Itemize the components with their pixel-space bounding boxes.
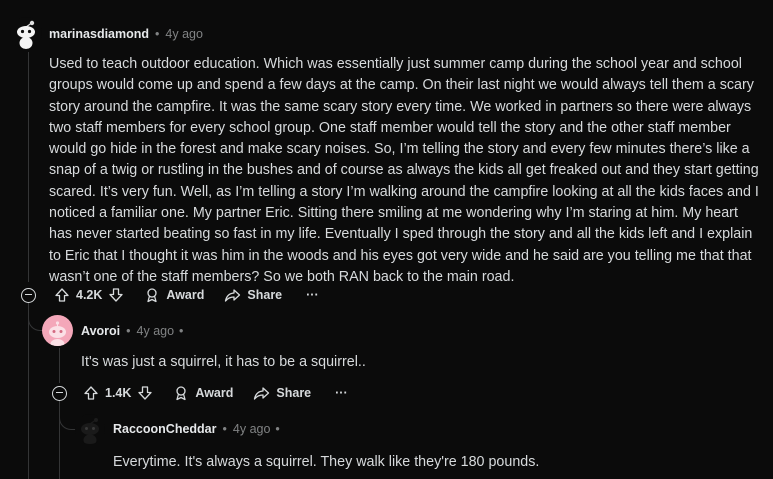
dark-snoo-avatar-icon [81,418,99,444]
thread-connector-nested [59,401,76,430]
collapse-minus-icon[interactable] [21,287,36,303]
separator-dot: • [275,422,280,436]
vote-count: 4.2K [76,288,103,302]
pink-snoo-avatar-icon [49,321,66,346]
award-icon [147,288,158,303]
award-button[interactable]: Award [144,287,204,303]
avatar[interactable] [75,414,105,444]
more-options-button[interactable]: ··· [335,386,348,400]
thread-line-main [28,303,29,479]
comment-actions: 4.2K Award Share ··· [21,287,319,303]
avatar[interactable] [10,17,42,49]
username[interactable]: marinasdiamond [49,27,149,41]
timestamp[interactable]: 4y ago [233,422,271,436]
avatar[interactable] [42,315,73,346]
share-label: Share [247,288,283,302]
thread-line-reply [59,348,60,383]
award-button[interactable]: Award [173,385,233,401]
separator-dot: • [179,324,184,338]
downvote-arrow-icon[interactable] [108,287,124,303]
comment-meta: Avoroi • 4y ago • [81,324,183,338]
award-label: Award [195,386,234,400]
thread-line-top [28,52,29,282]
comment-meta: marinasdiamond • 4y ago [49,27,203,41]
more-options-icon: ··· [306,288,319,302]
separator-dot: • [126,324,131,338]
award-label: Award [166,288,205,302]
vote-count: 1.4K [105,386,132,400]
snoo-avatar-icon [17,20,35,49]
share-arrow-icon [225,289,241,302]
share-button[interactable]: Share [224,287,282,303]
timestamp[interactable]: 4y ago [165,27,203,41]
award-icon [176,386,187,401]
collapse-minus-icon[interactable] [52,385,67,401]
comment-body: Used to teach outdoor education. Which w… [49,56,759,285]
comment-body: Everytime. It's always a squirrel. They … [113,454,540,470]
vote-group: 4.2K [54,287,124,303]
more-options-icon: ··· [335,386,348,400]
timestamp[interactable]: 4y ago [137,324,175,338]
share-arrow-icon [254,387,270,400]
separator-dot: • [222,422,227,436]
more-options-button[interactable]: ··· [306,288,319,302]
share-button[interactable]: Share [253,385,311,401]
upvote-arrow-icon[interactable] [54,287,70,303]
downvote-arrow-icon[interactable] [137,385,153,401]
thread-connector-reply [28,303,43,331]
comment-body: It's was just a squirrel, it has to be a… [81,354,366,370]
share-label: Share [276,386,312,400]
comment-actions: 1.4K Award Share ··· [52,385,348,401]
upvote-arrow-icon[interactable] [83,385,99,401]
comment-meta: RaccoonCheddar • 4y ago • [113,422,280,436]
username[interactable]: RaccoonCheddar [113,422,217,436]
username[interactable]: Avoroi [81,324,120,338]
separator-dot: • [155,27,160,41]
vote-group: 1.4K [83,385,153,401]
